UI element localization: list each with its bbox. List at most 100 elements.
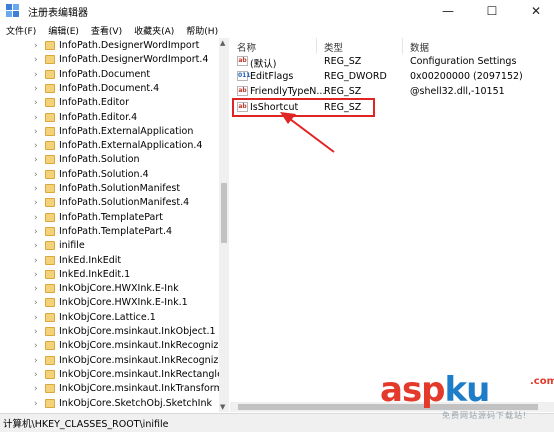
folder-icon bbox=[45, 298, 55, 308]
column-header-name[interactable]: 名称 bbox=[237, 40, 256, 54]
expand-arrow-icon[interactable]: › bbox=[34, 384, 42, 394]
value-row[interactable]: ab (默认) REG_SZ Configuration Settings bbox=[230, 54, 554, 70]
scroll-down-icon[interactable]: ▼ bbox=[220, 403, 225, 411]
tree-item-label: InfoPath.TemplatePart bbox=[59, 211, 163, 223]
maximize-button[interactable]: ☐ bbox=[474, 0, 510, 22]
expand-arrow-icon[interactable]: › bbox=[34, 270, 42, 280]
tree-item[interactable]: › InkObjCore.msinkaut.InkRectangle.1 bbox=[0, 368, 228, 382]
string-value-icon: ab bbox=[237, 56, 248, 66]
expand-arrow-icon[interactable]: › bbox=[34, 213, 42, 223]
expand-arrow-icon[interactable]: › bbox=[34, 84, 42, 94]
tree-item-label: InfoPath.Solution.4 bbox=[59, 168, 149, 180]
expand-arrow-icon[interactable]: › bbox=[34, 241, 42, 251]
menu-help[interactable]: 帮助(H) bbox=[186, 24, 218, 37]
close-button[interactable]: ✕ bbox=[518, 0, 554, 22]
column-divider[interactable] bbox=[402, 38, 403, 54]
tree-item[interactable]: › InfoPath.ExternalApplication.4 bbox=[0, 139, 219, 153]
tree-item[interactable]: › InkObjCore.SketchObj.SketchInk bbox=[0, 397, 219, 411]
value-row[interactable]: ab FriendlyTypeN... REG_SZ @shell32.dll,… bbox=[230, 84, 554, 99]
tree-item[interactable]: › InkObjCore.Lattice.1 bbox=[0, 311, 219, 325]
tree-item-label: InfoPath.ExternalApplication.4 bbox=[59, 140, 203, 152]
tree-item[interactable]: › InfoPath.ExternalApplication bbox=[0, 125, 219, 139]
tree-scrollbar-thumb[interactable] bbox=[221, 183, 227, 243]
tree-item-label: InfoPath.Solution bbox=[59, 154, 140, 166]
tree-item-label: InkObjCore.msinkaut.InkRecognizers. bbox=[59, 354, 229, 366]
tree-item-label: inifile bbox=[59, 240, 85, 252]
tree-item-label: InkObjCore.Lattice.1 bbox=[59, 311, 156, 323]
tree-item[interactable]: › InfoPath.DesignerWordImport bbox=[0, 39, 219, 53]
key-tree-pane[interactable]: › InfoPath.DesignerWordImport › InfoPath.De… bbox=[0, 38, 229, 412]
tree-item[interactable]: › InfoPath.Editor.4 bbox=[0, 111, 219, 125]
column-header-type[interactable]: 类型 bbox=[324, 40, 343, 54]
tree-item[interactable]: › InkObjCore.msinkaut.InkRecognizers. bbox=[0, 354, 228, 368]
minimize-button[interactable]: — bbox=[430, 0, 466, 22]
scroll-up-icon[interactable]: ▲ bbox=[220, 39, 225, 47]
expand-arrow-icon[interactable]: › bbox=[34, 284, 42, 294]
tree-item[interactable]: › InkObjCore.msinkaut.InkTransform.1 bbox=[0, 382, 228, 396]
expand-arrow-icon[interactable]: › bbox=[34, 356, 42, 366]
folder-icon bbox=[45, 341, 55, 351]
menu-edit[interactable]: 编辑(E) bbox=[48, 24, 79, 37]
folder-icon bbox=[45, 369, 55, 379]
menu-view[interactable]: 查看(V) bbox=[91, 24, 122, 37]
menu-file[interactable]: 文件(F) bbox=[6, 24, 36, 37]
folder-icon bbox=[45, 241, 55, 251]
watermark-asp: asp bbox=[380, 370, 446, 410]
window-title: 注册表编辑器 bbox=[28, 7, 88, 19]
tree-item[interactable]: › InfoPath.DesignerWordImport.4 bbox=[0, 53, 219, 67]
values-pane[interactable]: 名称 类型 数据 ab (默认) REG_SZ Configuration Se… bbox=[230, 38, 554, 412]
folder-icon bbox=[45, 169, 55, 179]
tree-item-label: InfoPath.Editor bbox=[59, 97, 129, 109]
tree-item[interactable]: › InfoPath.Editor bbox=[0, 96, 219, 110]
column-header-data[interactable]: 数据 bbox=[410, 40, 429, 54]
expand-arrow-icon[interactable]: › bbox=[34, 198, 42, 208]
tree-item[interactable]: › InkEd.InkEdit bbox=[0, 254, 219, 268]
tree-scrollbar[interactable]: ▲ ▼ bbox=[219, 38, 229, 412]
expand-arrow-icon[interactable]: › bbox=[34, 155, 42, 165]
tree-item[interactable]: › InfoPath.SolutionManifest bbox=[0, 182, 219, 196]
tree-item[interactable]: › InfoPath.Document.4 bbox=[0, 82, 219, 96]
expand-arrow-icon[interactable]: › bbox=[34, 327, 42, 337]
expand-arrow-icon[interactable]: › bbox=[34, 55, 42, 65]
column-divider[interactable] bbox=[316, 38, 317, 54]
expand-arrow-icon[interactable]: › bbox=[34, 98, 42, 108]
expand-arrow-icon[interactable]: › bbox=[34, 70, 42, 80]
tree-item[interactable]: › InkObjCore.msinkaut.InkObject.1 bbox=[0, 325, 219, 339]
tree-item[interactable]: › InkObjCore.HWXInk.E-Ink.1 bbox=[0, 296, 219, 310]
folder-icon bbox=[45, 384, 55, 394]
expand-arrow-icon[interactable]: › bbox=[34, 298, 42, 308]
string-value-icon: ab bbox=[237, 86, 248, 96]
expand-arrow-icon[interactable]: › bbox=[34, 370, 42, 380]
tree-item[interactable]: › InkObjCore.msinkaut.InkRecognizerG bbox=[0, 339, 228, 353]
tree-item-label: InkObjCore.HWXInk.E-Ink bbox=[59, 283, 179, 295]
expand-arrow-icon[interactable]: › bbox=[34, 170, 42, 180]
tree-item[interactable]: › InfoPath.SolutionManifest.4 bbox=[0, 196, 219, 210]
expand-arrow-icon[interactable]: › bbox=[34, 313, 42, 323]
expand-arrow-icon[interactable]: › bbox=[34, 113, 42, 123]
expand-arrow-icon[interactable]: › bbox=[34, 184, 42, 194]
expand-arrow-icon[interactable]: › bbox=[34, 41, 42, 51]
tree-item[interactable]: › InkEd.InkEdit.1 bbox=[0, 268, 219, 282]
menu-favorites[interactable]: 收藏夹(A) bbox=[134, 24, 174, 37]
expand-arrow-icon[interactable]: › bbox=[34, 141, 42, 151]
expand-arrow-icon[interactable]: › bbox=[34, 256, 42, 266]
tree-item[interactable]: › InkObjCore.HWXInk.E-Ink bbox=[0, 282, 219, 296]
expand-arrow-icon[interactable]: › bbox=[34, 341, 42, 351]
key-path: 计算机\HKEY_CLASSES_ROOT\inifile bbox=[3, 419, 169, 430]
expand-arrow-icon[interactable]: › bbox=[34, 127, 42, 137]
folder-icon bbox=[45, 269, 55, 279]
expand-arrow-icon[interactable]: › bbox=[34, 399, 42, 409]
tree-item-selected[interactable]: › inifile bbox=[0, 239, 219, 253]
folder-icon bbox=[45, 83, 55, 93]
tree-item[interactable]: › InfoPath.TemplatePart bbox=[0, 211, 219, 225]
tree-item-label: InkObjCore.SketchObj.SketchInk bbox=[59, 397, 212, 409]
folder-icon bbox=[45, 126, 55, 136]
folder-icon bbox=[45, 255, 55, 265]
expand-arrow-icon[interactable]: › bbox=[34, 227, 42, 237]
tree-item[interactable]: › InfoPath.Solution.4 bbox=[0, 168, 219, 182]
tree-item[interactable]: › InfoPath.TemplatePart.4 bbox=[0, 225, 219, 239]
folder-icon bbox=[45, 312, 55, 322]
tree-item[interactable]: › InfoPath.Document bbox=[0, 68, 219, 82]
value-row[interactable]: 011 EditFlags REG_DWORD 0x00200000 (2097… bbox=[230, 69, 554, 84]
tree-item[interactable]: › InfoPath.Solution bbox=[0, 153, 219, 167]
